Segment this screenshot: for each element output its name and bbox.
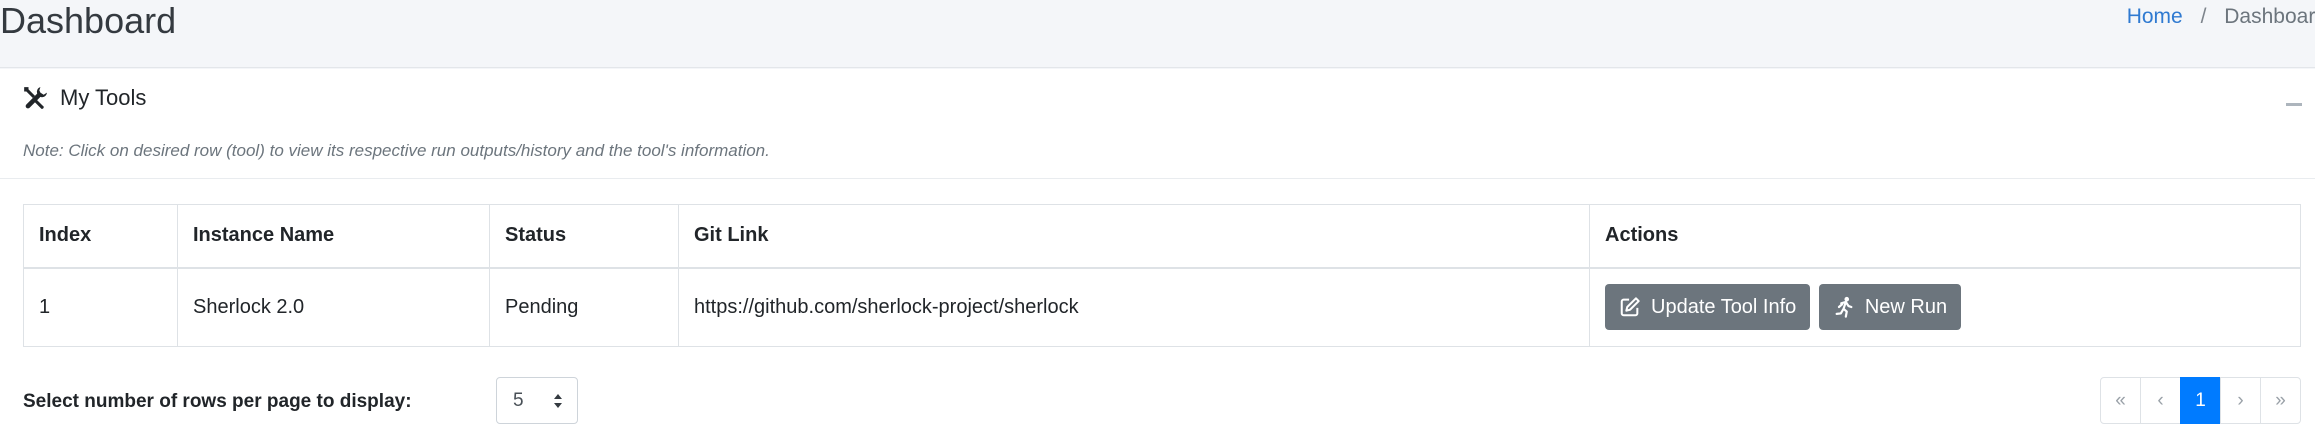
pagination: « ‹ 1 › » bbox=[2100, 377, 2301, 424]
pagination-previous[interactable]: ‹ bbox=[2140, 377, 2181, 424]
collapse-button[interactable] bbox=[2283, 93, 2305, 115]
column-header-instance-name: Instance Name bbox=[177, 204, 490, 269]
new-run-button[interactable]: New Run bbox=[1818, 284, 1962, 331]
card-note: Note: Click on desired row (tool) to vie… bbox=[23, 141, 770, 160]
pagination-page-1[interactable]: 1 bbox=[2180, 377, 2221, 424]
table-row[interactable]: 1 Sherlock 2.0 Pending https://github.co… bbox=[23, 267, 2301, 347]
table-header-row: Index Instance Name Status Git Link Acti… bbox=[23, 204, 2301, 269]
card-header: My Tools Note: Click on desired row (too… bbox=[0, 69, 2315, 179]
cell-git-link: https://github.com/sherlock-project/sher… bbox=[678, 267, 1590, 347]
tools-icon bbox=[24, 87, 47, 109]
rows-per-page-value: 5 bbox=[513, 390, 524, 411]
breadcrumb: Home / Dashboard bbox=[2127, 5, 2315, 29]
column-header-status: Status bbox=[489, 204, 679, 269]
new-run-label: New Run bbox=[1864, 295, 1948, 318]
column-header-index: Index bbox=[23, 204, 178, 269]
cell-index: 1 bbox=[23, 267, 178, 347]
running-icon bbox=[1835, 297, 1853, 318]
cell-instance-name: Sherlock 2.0 bbox=[177, 267, 490, 347]
rows-per-page-label: Select number of rows per page to displa… bbox=[23, 391, 412, 412]
page-title: Dashboard bbox=[0, 0, 177, 41]
pagination-first[interactable]: « bbox=[2100, 377, 2141, 424]
update-tool-info-button[interactable]: Update Tool Info bbox=[1605, 284, 1811, 331]
tools-table-wrapper: Index Instance Name Status Git Link Acti… bbox=[23, 204, 2301, 347]
breadcrumb-home-link[interactable]: Home bbox=[2127, 5, 2183, 28]
card-title: My Tools bbox=[22, 85, 146, 111]
breadcrumb-current: Dashboard bbox=[2224, 5, 2315, 28]
cell-actions: Update Tool Info New Run bbox=[1589, 267, 2301, 347]
edit-icon bbox=[1620, 297, 1640, 317]
cell-status: Pending bbox=[489, 267, 679, 347]
minus-icon bbox=[2286, 103, 2302, 106]
column-header-git-link: Git Link bbox=[678, 204, 1590, 269]
pagination-next[interactable]: › bbox=[2220, 377, 2261, 424]
card-title-text: My Tools bbox=[60, 85, 147, 110]
rows-per-page-select[interactable]: 5 bbox=[496, 377, 578, 424]
breadcrumb-separator: / bbox=[2200, 5, 2207, 28]
pagination-last[interactable]: » bbox=[2260, 377, 2301, 424]
update-tool-info-label: Update Tool Info bbox=[1651, 295, 1797, 318]
content-header: Dashboard Home / Dashboard bbox=[0, 0, 2315, 68]
my-tools-card: My Tools Note: Click on desired row (too… bbox=[0, 69, 2315, 440]
column-header-actions: Actions bbox=[1589, 204, 2301, 269]
tools-table: Index Instance Name Status Git Link Acti… bbox=[23, 204, 2301, 347]
sort-arrows-icon bbox=[554, 394, 562, 408]
